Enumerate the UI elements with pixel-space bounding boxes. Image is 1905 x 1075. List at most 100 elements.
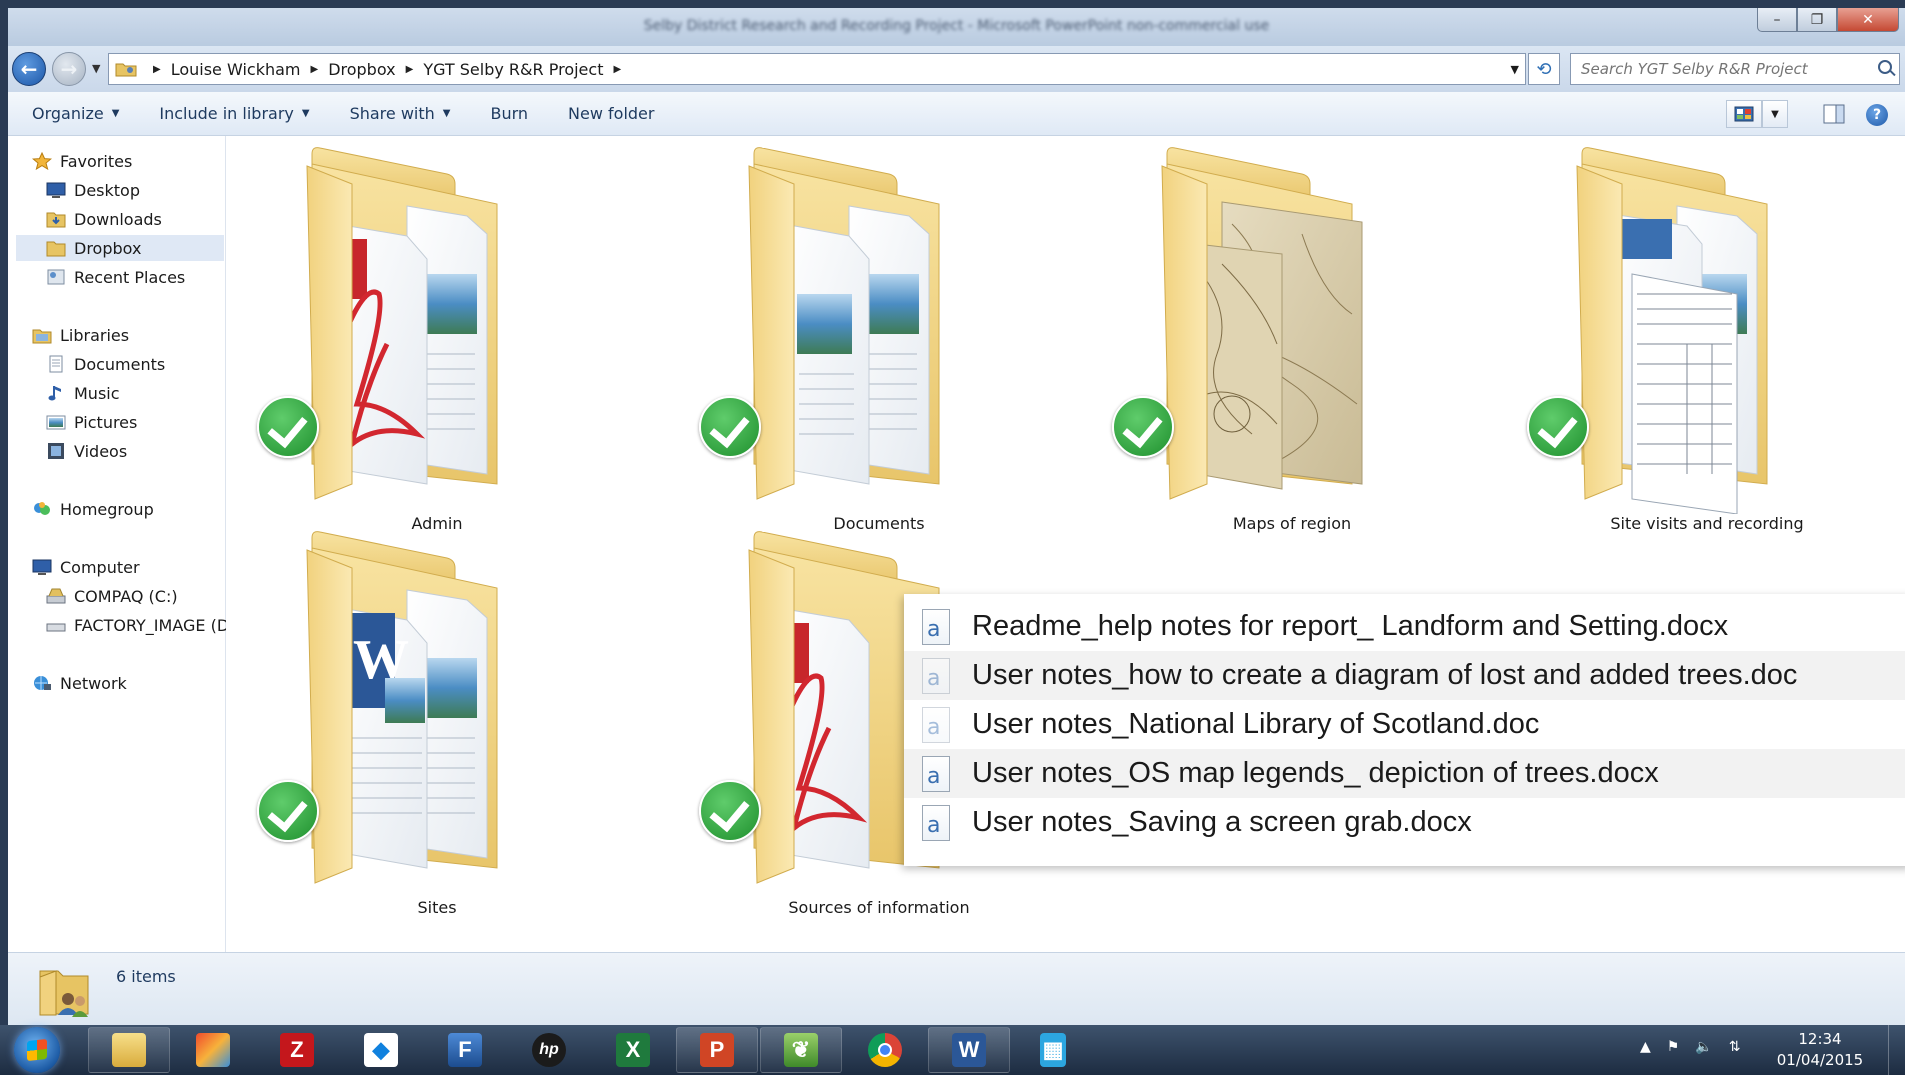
list-item[interactable]: a User notes_National Library of Scotlan… (904, 700, 1905, 749)
sidebar-label: FACTORY_IMAGE (D (74, 615, 226, 635)
sync-check-icon (1527, 396, 1589, 458)
breadcrumb-separator[interactable]: ▶ (613, 64, 621, 75)
show-desktop-button[interactable] (1888, 1025, 1905, 1075)
sidebar-item-downloads[interactable]: Downloads (46, 206, 162, 232)
network-tray-icon[interactable]: ⇅ (1729, 1039, 1741, 1055)
sidebar-item-videos[interactable]: Videos (46, 438, 127, 464)
maximize-button[interactable]: ❐ (1797, 8, 1837, 32)
taskbar-green-app[interactable]: ❦ (760, 1027, 842, 1073)
taskbar-explorer[interactable] (88, 1027, 170, 1073)
taskbar-dropbox[interactable]: ◆ (340, 1027, 422, 1073)
sidebar-label: Downloads (74, 209, 162, 229)
breadcrumb-separator[interactable]: ▶ (406, 64, 414, 75)
start-button[interactable] (14, 1027, 60, 1073)
sidebar-item-homegroup[interactable]: Homegroup (32, 496, 154, 522)
sidebar-item-documents[interactable]: Documents (46, 351, 165, 377)
sidebar-item-network[interactable]: Network (32, 670, 127, 696)
minimize-button[interactable]: – (1757, 8, 1797, 32)
recent-pages-dropdown[interactable]: ▼ (92, 62, 100, 75)
forward-button[interactable]: → (52, 52, 86, 86)
taskbar-editor[interactable]: F (424, 1027, 506, 1073)
sidebar-item-computer[interactable]: Computer (32, 554, 140, 580)
sidebar-label: COMPAQ (C:) (74, 586, 178, 606)
folder-item-sites[interactable]: W Sites (257, 528, 607, 917)
breadcrumb-separator[interactable]: ▶ (153, 64, 161, 75)
sidebar-label: Recent Places (74, 267, 186, 287)
change-view-button[interactable] (1726, 100, 1762, 128)
folder-icon (306, 147, 498, 500)
breadcrumb-project[interactable]: YGT Selby R&R Project (423, 60, 603, 79)
sidebar-item-compaq-drive[interactable]: COMPAQ (C:) (46, 583, 178, 609)
new-folder-button[interactable]: New folder (568, 104, 654, 123)
libraries-icon (32, 329, 52, 344)
address-bar[interactable]: ▶ Louise Wickham ▶ Dropbox ▶ YGT Selby R… (108, 53, 1526, 85)
file-name: Readme_help notes for report_ Landform a… (972, 610, 1729, 642)
burn-button[interactable]: Burn (490, 104, 528, 123)
breadcrumb-dropbox[interactable]: Dropbox (328, 60, 395, 79)
chevron-down-icon[interactable]: ▼ (1511, 63, 1519, 76)
search-input[interactable] (1570, 53, 1900, 85)
pictures-icon (46, 415, 66, 430)
share-with-button[interactable]: Share with ▼ (350, 104, 451, 123)
sidebar-item-libraries[interactable]: Libraries (32, 322, 129, 348)
refresh-button[interactable]: ⟲ (1528, 53, 1560, 85)
breadcrumb-louise-wickham[interactable]: Louise Wickham (171, 60, 301, 79)
folder-name: Sites (417, 898, 457, 917)
list-item[interactable]: a User notes_how to create a diagram of … (904, 651, 1905, 700)
sidebar-item-pictures[interactable]: Pictures (46, 409, 137, 435)
sidebar-label: Pictures (74, 412, 138, 432)
breadcrumb-separator[interactable]: ▶ (310, 64, 318, 75)
paint-icon (196, 1033, 230, 1067)
action-center-icon[interactable]: ⚑ (1667, 1039, 1680, 1055)
folder-icon (1161, 147, 1363, 500)
leaf-icon: ❦ (784, 1033, 818, 1067)
drive-icon (46, 623, 66, 632)
sidebar-item-desktop[interactable]: Desktop (46, 177, 140, 203)
taskbar-paint[interactable] (172, 1027, 254, 1073)
close-button[interactable]: ✕ (1837, 8, 1899, 32)
recent-places-icon (47, 269, 65, 285)
folder-item-admin[interactable]: Admin (257, 144, 607, 533)
back-button[interactable]: ← (12, 52, 46, 86)
sidebar-label: Computer (60, 557, 140, 577)
folder-item-documents[interactable]: Documents (699, 144, 1049, 533)
taskbar-word[interactable]: W (928, 1027, 1010, 1073)
folder-item-site-visits[interactable]: Site visits and recording (1527, 144, 1877, 533)
sync-check-icon (699, 396, 761, 458)
preview-pane-button[interactable] (1816, 100, 1852, 128)
list-item[interactable]: a User notes_Saving a screen grab.docx (904, 798, 1905, 847)
sidebar-label: Documents (74, 354, 166, 374)
taskbar-calculator[interactable]: ▦ (1012, 1027, 1094, 1073)
documents-icon (49, 355, 63, 373)
show-hidden-icons-icon[interactable]: ▲ (1640, 1039, 1651, 1055)
sidebar-item-favorites[interactable]: Favorites (32, 148, 132, 174)
taskbar-chrome[interactable] (844, 1027, 926, 1073)
list-item[interactable]: a Readme_help notes for report_ Landform… (904, 602, 1905, 651)
help-button[interactable]: ? (1866, 104, 1888, 126)
taskbar-filezilla[interactable]: Z (256, 1027, 338, 1073)
list-item[interactable]: a User notes_OS map legends_ depiction o… (904, 749, 1905, 798)
homegroup-icon (34, 502, 50, 515)
sidebar-label: Videos (74, 441, 128, 461)
include-in-library-button[interactable]: Include in library ▼ (159, 104, 309, 123)
volume-icon[interactable]: 🔈 (1695, 1039, 1712, 1055)
view-options-dropdown[interactable]: ▼ (1762, 100, 1788, 128)
sidebar-item-dropbox[interactable]: Dropbox (16, 235, 224, 261)
sync-check-icon (1112, 396, 1174, 458)
folder-item-maps-of-region[interactable]: Maps of region (1112, 144, 1462, 533)
taskbar-powerpoint[interactable]: P (676, 1027, 758, 1073)
title-bar[interactable]: Selby District Research and Recording Pr… (8, 8, 1905, 46)
network-icon (34, 676, 51, 690)
organize-label: Organize (32, 104, 104, 123)
clock[interactable]: 12:34 01/04/2015 (1770, 1029, 1870, 1071)
taskbar-excel[interactable]: X (592, 1027, 674, 1073)
taskbar-hp[interactable]: hp (508, 1027, 590, 1073)
file-preview-popup: a Readme_help notes for report_ Landform… (904, 594, 1905, 866)
file-name: User notes_National Library of Scotland.… (972, 708, 1540, 740)
folder-icon (46, 241, 66, 257)
search-icon[interactable] (1878, 60, 1892, 74)
organize-button[interactable]: Organize ▼ (32, 104, 119, 123)
sidebar-item-music[interactable]: Music (46, 380, 120, 406)
sidebar-item-factory-image-drive[interactable]: FACTORY_IMAGE (D (46, 612, 226, 638)
sidebar-item-recent-places[interactable]: Recent Places (46, 264, 185, 290)
